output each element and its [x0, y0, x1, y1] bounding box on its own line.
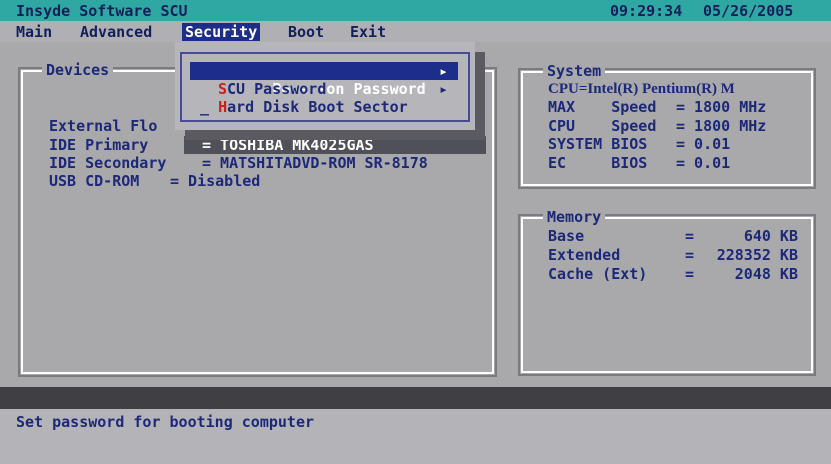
memory-extended-label: Extended — [548, 246, 621, 264]
clock-date: 05/26/2005 — [703, 2, 794, 20]
security-dropdown-frame: Power-on Password ▸ SCU Password ▸ _ Har… — [180, 52, 470, 122]
title-bar: Insyde Software SCU 09:29:34 05/26/2005 — [0, 0, 831, 21]
device-usb-cdrom-label[interactable]: USB CD-ROM — [49, 172, 139, 190]
memory-base-value: 640 KB — [743, 227, 798, 245]
device-usb-cdrom-value: = Disabled — [170, 172, 261, 190]
menu-item-scu-password[interactable]: SCU Password ▸ — [190, 80, 458, 98]
memory-title: Memory — [543, 208, 606, 226]
app-title: Insyde Software SCU — [16, 2, 188, 20]
menu-boot[interactable]: Boot — [288, 23, 324, 41]
status-help-text: Set password for booting computer — [16, 413, 315, 431]
memory-cache-eq: = — [685, 265, 695, 283]
system-ec-bios-value: = 0.01 — [676, 154, 731, 172]
system-bios-value: = 0.01 — [676, 135, 731, 153]
hard-disk-label: ard Disk Boot Sector — [227, 98, 408, 116]
memory-cache-value: 2048 KB — [734, 265, 798, 283]
device-external-floppy[interactable]: External Flo — [49, 117, 157, 135]
device-ide-secondary-value: = MATSHITADVD-ROM SR-8178 — [202, 154, 428, 172]
menu-advanced[interactable]: Advanced — [80, 23, 152, 41]
system-max-speed-value: = 1800 MHz — [676, 98, 767, 116]
hard-disk-hotkey: H — [218, 98, 228, 116]
system-title: System — [543, 62, 606, 80]
device-ide-primary-value: = TOSHIBA MK4025GAS — [202, 136, 374, 154]
menu-security[interactable]: Security — [182, 23, 261, 41]
security-dropdown: Power-on Password ▸ SCU Password ▸ _ Har… — [175, 42, 475, 130]
system-cpu-name: CPU=Intel(R) Pentium(R) M — [548, 81, 735, 97]
clock-time: 09:29:34 — [610, 2, 683, 20]
memory-base-eq: = — [685, 227, 695, 245]
system-ec-bios-label: EC BIOS — [548, 154, 657, 172]
device-ide-secondary-label[interactable]: IDE Secondary — [49, 154, 166, 172]
memory-extended-eq: = — [685, 246, 695, 264]
menu-bar: Main Advanced Security Boot Exit — [0, 21, 831, 42]
memory-extended-value: 228352 KB — [716, 246, 798, 264]
cursor-marker: _ — [200, 98, 219, 116]
system-max-speed-label: MAX Speed — [548, 98, 657, 116]
submenu-arrow-icon: ▸ — [438, 80, 448, 98]
menu-item-hard-disk-boot-sector[interactable]: _ Hard Disk Boot Sector — [190, 98, 458, 116]
scu-password-hotkey: S — [218, 80, 228, 98]
devices-title: Devices — [42, 61, 114, 79]
submenu-arrow-icon: ▸ — [438, 62, 448, 80]
menu-exit[interactable]: Exit — [350, 23, 386, 41]
divider-band — [0, 387, 831, 409]
memory-base-label: Base — [548, 227, 585, 245]
device-ide-primary-label[interactable]: IDE Primary — [49, 136, 166, 154]
menu-item-power-on-password[interactable]: Power-on Password ▸ — [190, 62, 458, 98]
memory-cache-label: Cache (Ext) — [548, 265, 648, 283]
status-bar: Set password for booting computer — [0, 409, 831, 464]
system-cpu-speed-value: = 1800 MHz — [676, 117, 767, 135]
menu-main[interactable]: Main — [16, 23, 52, 41]
system-cpu-speed-label: CPU Speed — [548, 117, 657, 135]
scu-password-label: CU Password — [227, 80, 327, 98]
system-bios-label: SYSTEM BIOS — [548, 135, 657, 153]
